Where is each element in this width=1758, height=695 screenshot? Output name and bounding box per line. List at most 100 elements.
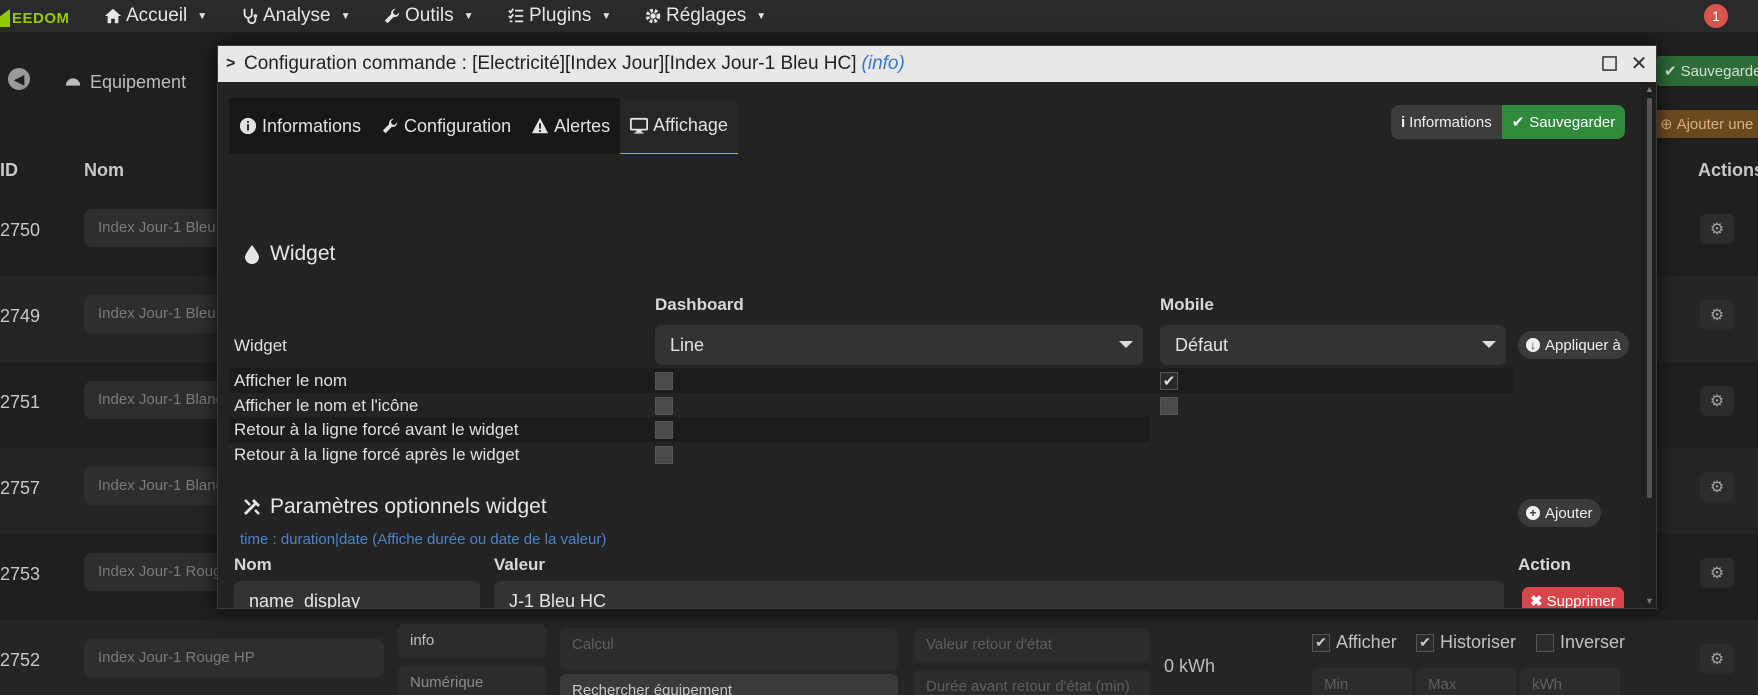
tab-affichage-label: Affichage (653, 115, 728, 135)
cogs-icon[interactable]: ⚙ (1700, 386, 1734, 416)
show-name-dashboard-checkbox[interactable] (655, 372, 673, 390)
maximize-icon[interactable] (1598, 52, 1620, 74)
caret-down-icon (1482, 341, 1496, 348)
row-name-input[interactable]: Index Jour-1 Rouge HP (84, 639, 384, 677)
cogs-icon[interactable]: ⚙ (1700, 644, 1734, 674)
cogs-icon[interactable]: ⚙ (1700, 214, 1734, 244)
row-historiser-checkbox[interactable]: ✔ Historiser (1416, 632, 1516, 653)
row-inverser-checkbox[interactable]: Inverser (1536, 632, 1625, 653)
menu-reglages[interactable]: Réglages ▼ (644, 0, 766, 32)
close-icon[interactable]: ✕ (1628, 52, 1650, 75)
modal-action-buttons: i Informations ✔ Sauvegarder (1391, 105, 1626, 139)
warning-icon (532, 117, 549, 134)
tab-alertes-label: Alertes (554, 115, 611, 136)
check-icon: ✔ (1416, 633, 1434, 652)
background-save-button[interactable]: ✔ Sauvegarder (1656, 56, 1758, 86)
scroll-up-icon[interactable]: ▲ (1645, 84, 1654, 94)
tab-alertes[interactable]: Alertes (521, 98, 620, 154)
tab-configuration-label: Configuration (404, 115, 512, 136)
row-search-equipment-button[interactable]: Rechercher équipement (560, 674, 898, 695)
menu-plugins-label: Plugins (529, 5, 592, 26)
dashboard-widget-value: Line (670, 334, 705, 355)
optional-params-section-title: Paramètres optionnels widget (242, 495, 547, 519)
stethoscope-icon (243, 8, 258, 25)
line-break-before-checkbox[interactable] (655, 421, 673, 439)
modal-scrollbar[interactable]: ▲ ▼ (1641, 82, 1656, 608)
background-add-command-button[interactable]: ⊕ Ajouter une (1652, 110, 1758, 138)
row-min-input[interactable]: Min (1312, 668, 1412, 695)
row-calcul-textarea[interactable]: Calcul (560, 628, 898, 670)
row-type-field[interactable]: info (398, 624, 546, 658)
caret-down-icon: ▼ (197, 10, 208, 22)
mobile-widget-value: Défaut (1175, 334, 1229, 355)
param-value-input[interactable]: J-1 Bleu HC (494, 581, 1504, 608)
show-name-icon-mobile-checkbox[interactable] (1160, 397, 1178, 415)
row-duree-input[interactable]: Durée avant retour d'état (min) (914, 670, 1150, 695)
row-unit-input[interactable]: kWh (1520, 668, 1620, 695)
cogs-icon[interactable]: ⚙ (1700, 472, 1734, 502)
row-id: 2751 (0, 392, 41, 412)
tab-equipement-label: Equipement (90, 71, 187, 92)
tint-icon (245, 245, 259, 264)
caret-down-icon: ▼ (601, 10, 612, 22)
row-subtype-select[interactable]: Numérique (398, 666, 546, 695)
caret-down-icon: ▼ (756, 10, 767, 22)
background-add-label: Ajouter une (1676, 115, 1754, 133)
modal-body: Informations Configuration Alertes Affic… (218, 82, 1641, 609)
scrollbar-thumb[interactable] (1647, 98, 1652, 498)
param-valeur-header: Valeur (494, 555, 546, 574)
param-action-header: Action (1518, 555, 1571, 574)
empty-checkbox (1536, 633, 1554, 652)
menu-reglages-label: Réglages (666, 5, 747, 26)
menu-accueil[interactable]: Accueil ▼ (104, 0, 207, 32)
cogs-icon[interactable]: ⚙ (1700, 558, 1734, 588)
apply-to-label: Appliquer à (1545, 336, 1621, 354)
cogs-icon[interactable]: ⚙ (1700, 300, 1734, 330)
arrow-circle-down-icon: ↓ (1526, 338, 1540, 352)
row-afficher-checkbox[interactable]: ✔ Afficher (1312, 632, 1397, 653)
informations-button[interactable]: i Informations (1391, 105, 1502, 139)
desktop-icon (630, 117, 649, 134)
menu-outils-label: Outils (405, 5, 454, 26)
param-name-input[interactable]: name_display (234, 581, 480, 608)
modal-titlebar[interactable]: > Configuration commande : [Electricité]… (218, 46, 1656, 82)
dashboard-column-label: Dashboard (655, 295, 744, 314)
mobile-widget-select[interactable]: Défaut (1160, 325, 1506, 365)
row-max-input[interactable]: Max (1416, 668, 1516, 695)
tab-informations[interactable]: Informations (229, 98, 371, 154)
dashboard-icon (65, 78, 81, 86)
row-retour-etat-input[interactable]: Valeur retour d'état (914, 628, 1150, 662)
menu-analyse[interactable]: Analyse ▼ (241, 0, 351, 32)
menu-plugins[interactable]: Plugins ▼ (507, 0, 611, 32)
tasks-icon (508, 8, 524, 23)
line-break-after-checkbox[interactable] (655, 446, 673, 464)
row-inverser-label: Inverser (1560, 632, 1626, 652)
notification-badge[interactable]: 1 (1704, 4, 1728, 28)
column-header-nom: Nom (84, 160, 124, 180)
caret-down-icon: ▼ (463, 10, 474, 22)
wrench-icon (384, 8, 400, 24)
save-button[interactable]: ✔ Sauvegarder (1501, 105, 1626, 139)
check-circle-icon: ✔ (1511, 114, 1525, 131)
apply-to-button[interactable]: ↓ Appliquer à (1518, 331, 1629, 359)
back-arrow-icon[interactable]: ◀ (8, 68, 30, 90)
add-param-button[interactable]: + Ajouter (1518, 499, 1601, 527)
tab-informations-label: Informations (262, 115, 362, 136)
caret-down-icon: ▼ (340, 10, 351, 22)
delete-param-button[interactable]: ✖ Supprimer (1522, 587, 1624, 609)
jeedom-logo[interactable]: EEDOM (0, 6, 70, 30)
menu-outils[interactable]: Outils ▼ (383, 0, 473, 32)
show-name-icon-dashboard-checkbox[interactable] (655, 397, 673, 415)
chevron-right-icon[interactable]: > (226, 55, 235, 73)
tab-configuration[interactable]: Configuration (371, 98, 521, 154)
dashboard-widget-select[interactable]: Line (655, 325, 1143, 365)
plus-circle-icon: ⊕ (1660, 116, 1673, 133)
scroll-down-icon[interactable]: ▼ (1645, 596, 1654, 606)
tab-equipement[interactable]: Equipement (64, 60, 186, 104)
tab-affichage[interactable]: Affichage (620, 98, 738, 154)
informations-button-label: Informations (1409, 113, 1492, 131)
row-id: 2749 (0, 306, 41, 326)
row-id: 2753 (0, 564, 41, 584)
times-icon: ✖ (1530, 593, 1543, 609)
show-name-mobile-checkbox[interactable]: ✔ (1160, 372, 1178, 390)
